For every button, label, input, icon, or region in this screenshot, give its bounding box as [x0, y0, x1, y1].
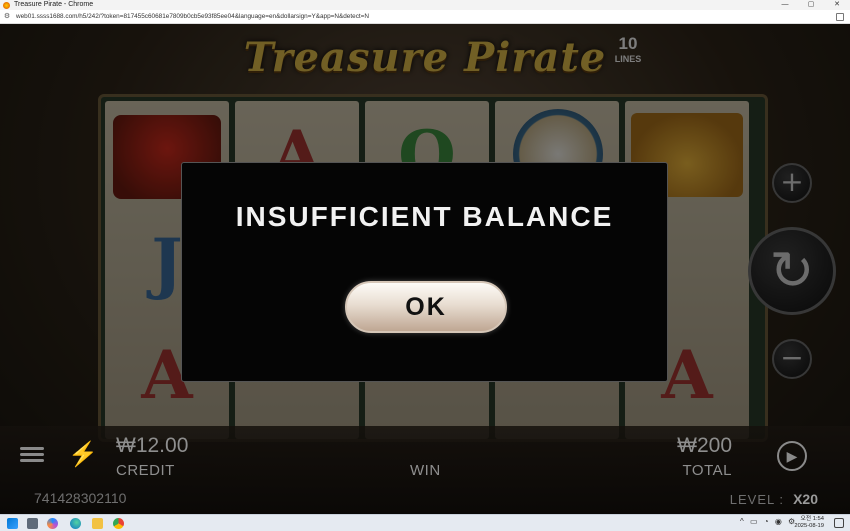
total-label: TOTAL: [682, 462, 732, 479]
translate-icon[interactable]: [836, 13, 844, 21]
window-title: Treasure Pirate - Chrome: [14, 1, 94, 8]
chrome-app-icon: [3, 1, 10, 9]
close-button[interactable]: ✕: [824, 0, 850, 10]
file-explorer-icon[interactable]: [92, 518, 103, 529]
notification-icon[interactable]: [834, 518, 844, 528]
window-controls: — ▢ ✕: [772, 0, 850, 10]
taskbar-clock[interactable]: 오전 1:54 2025-08-19: [794, 516, 824, 530]
minimize-button[interactable]: —: [772, 0, 798, 10]
level-label: LEVEL :: [729, 492, 784, 507]
ok-button[interactable]: OK: [345, 281, 507, 333]
dialog-message: INSUFFICIENT BALANCE: [235, 201, 614, 232]
copilot-icon[interactable]: [47, 518, 58, 529]
task-view-icon[interactable]: [27, 518, 38, 529]
clock-date: 2025-08-19: [794, 523, 824, 529]
address-bar: ⚙ web01.ssss1688.com/h5/242/?token=81745…: [0, 10, 850, 24]
url-field[interactable]: web01.ssss1688.com/h5/242/?token=817455c…: [16, 13, 369, 20]
edge-icon[interactable]: [70, 518, 81, 529]
insufficient-balance-dialog: INSUFFICIENT BALANCE OK: [181, 162, 668, 382]
turbo-icon[interactable]: ⚡: [68, 440, 98, 470]
round-id: 741428302110: [34, 490, 127, 506]
game-bottom-bar: ⚡ ₩12.00 CREDIT WIN ₩200 TOTAL ▶ 7414283…: [0, 426, 850, 514]
system-tray-icons[interactable]: ^ ▭ ◔ ◉ ⚙: [740, 517, 797, 526]
autoplay-icon[interactable]: ▶: [777, 441, 807, 471]
taskbar: ^ ▭ ◔ ◉ ⚙ 오전 1:54 2025-08-19: [0, 514, 850, 531]
clock-time: 오전 1:54: [800, 516, 824, 522]
menu-icon[interactable]: [20, 444, 44, 466]
window-titlebar: Treasure Pirate - Chrome — ▢ ✕: [0, 0, 850, 10]
game-canvas: J A A Q A Treasure Pirate 10 LINES + ↻ −…: [0, 24, 850, 514]
total-bet-amount: ₩200: [677, 434, 732, 457]
level-value: X20: [793, 491, 818, 507]
win-label: WIN: [410, 462, 441, 479]
maximize-button[interactable]: ▢: [798, 0, 824, 10]
chrome-taskbar-icon[interactable]: [113, 518, 124, 529]
credit-label: CREDIT: [116, 462, 175, 479]
ok-button-label: OK: [405, 293, 447, 321]
windows-start-icon[interactable]: [7, 518, 18, 529]
site-info-icon[interactable]: ⚙: [3, 13, 11, 21]
credit-amount: ₩12.00: [116, 434, 189, 457]
